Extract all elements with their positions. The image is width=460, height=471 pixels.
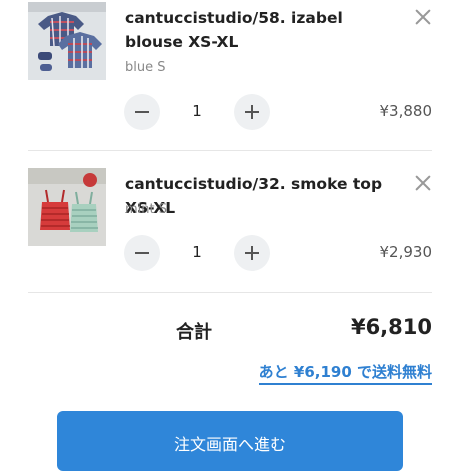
divider <box>28 292 432 293</box>
decrease-quantity-button[interactable] <box>124 94 160 130</box>
item-price: ¥2,930 <box>379 243 433 261</box>
item-name[interactable]: cantuccistudio/32. smoke top XS-XL <box>125 172 405 220</box>
top-photo <box>28 168 106 246</box>
increase-quantity-button[interactable] <box>234 235 270 271</box>
item-variant: mint S <box>125 202 167 217</box>
item-price: ¥3,880 <box>379 102 433 120</box>
divider <box>28 150 432 151</box>
blouse-photo <box>28 2 106 80</box>
free-shipping-link[interactable]: あと ¥6,190 で送料無料 <box>258 361 432 385</box>
total-value: ¥6,810 <box>350 315 432 339</box>
item-variant: blue S <box>125 60 166 75</box>
product-image-smoke-top[interactable] <box>28 168 106 246</box>
quantity-value: 1 <box>192 102 202 120</box>
minus-icon <box>135 111 149 113</box>
decrease-quantity-button[interactable] <box>124 235 160 271</box>
increase-quantity-button[interactable] <box>234 94 270 130</box>
checkout-button[interactable]: 注文画面へ進む <box>57 411 403 471</box>
remove-item-close-icon[interactable] <box>412 6 434 28</box>
checkout-button-label: 注文画面へ進む <box>173 435 286 454</box>
remove-item-close-icon[interactable] <box>412 172 434 194</box>
product-image-izabel-blouse[interactable] <box>28 2 106 80</box>
quantity-value: 1 <box>192 243 202 261</box>
total-label: 合計 <box>176 322 212 343</box>
item-name[interactable]: cantuccistudio/58. izabel blouse XS-XL <box>125 6 405 54</box>
minus-icon <box>135 252 149 254</box>
